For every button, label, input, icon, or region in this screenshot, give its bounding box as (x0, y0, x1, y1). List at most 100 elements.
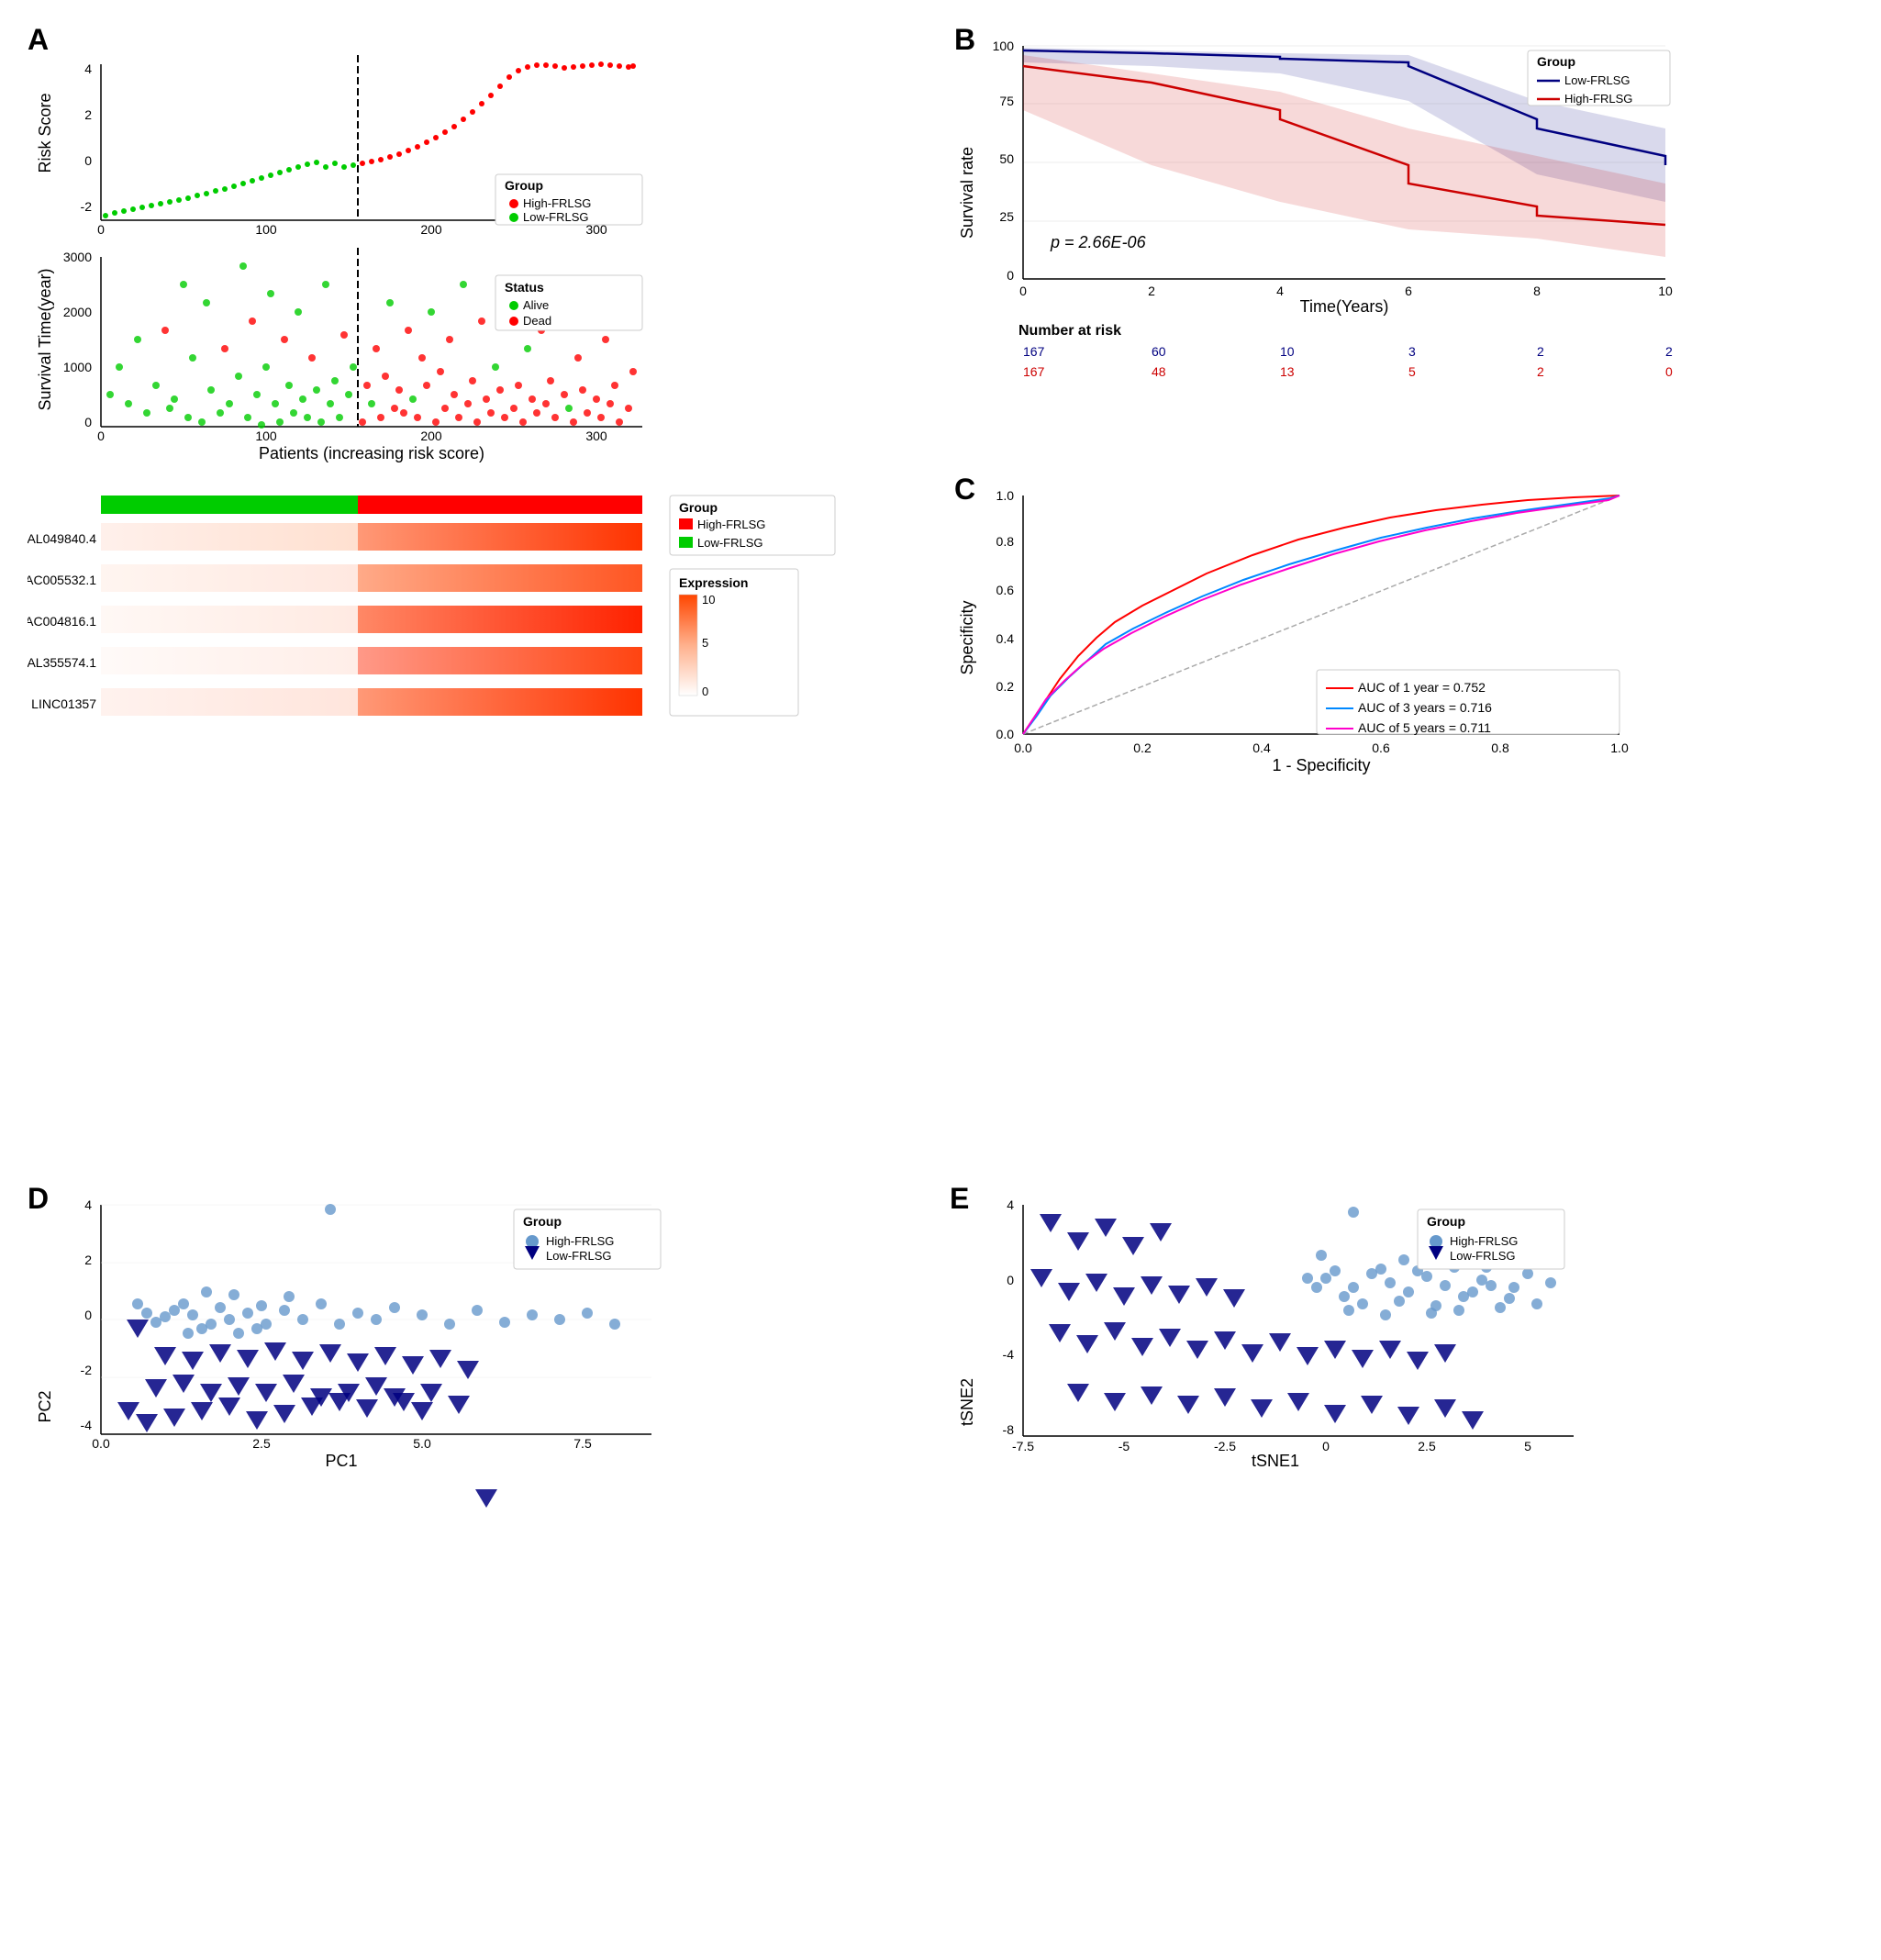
svg-text:5: 5 (702, 636, 708, 650)
svg-text:0: 0 (1007, 268, 1014, 283)
svg-text:3000: 3000 (63, 250, 92, 264)
svg-text:PC1: PC1 (325, 1452, 357, 1470)
svg-text:2: 2 (84, 1253, 92, 1267)
svg-text:5.0: 5.0 (413, 1436, 431, 1451)
svg-text:0.2: 0.2 (996, 679, 1015, 694)
svg-text:LINC01357: LINC01357 (31, 696, 96, 711)
panel-b: B Survival rate 100 75 50 25 0 (945, 18, 1863, 468)
panel-a: A Risk Score 4 2 0 -2 0 100 200 300 (18, 18, 936, 918)
svg-text:5: 5 (1524, 1439, 1531, 1453)
svg-text:200: 200 (420, 429, 442, 443)
svg-text:-2: -2 (81, 199, 93, 214)
svg-text:0.6: 0.6 (996, 583, 1015, 597)
risk-score-ylabel: Risk Score (36, 93, 54, 173)
svg-text:200: 200 (420, 222, 442, 237)
svg-text:Survival Time(year): Survival Time(year) (36, 268, 54, 410)
svg-text:0.4: 0.4 (996, 631, 1015, 646)
panel-e: E tSNE2 4 0 -4 -8 -7.5 -5 -2.5 0 2.5 5 (940, 1177, 1863, 1696)
svg-text:Group: Group (505, 178, 543, 193)
svg-text:0: 0 (1322, 1439, 1330, 1453)
svg-text:0.8: 0.8 (996, 534, 1015, 549)
tsne-low-frlsg (1030, 1214, 1484, 1430)
svg-text:75: 75 (999, 94, 1014, 108)
pca-low-frlsg (117, 1320, 497, 1508)
svg-text:AL355574.1: AL355574.1 (28, 655, 96, 670)
svg-text:4: 4 (84, 1197, 92, 1212)
svg-text:-4: -4 (81, 1418, 93, 1432)
svg-text:60: 60 (1152, 344, 1166, 359)
svg-text:Expression: Expression (679, 575, 748, 590)
heatmap-row-5: LINC01357 (31, 688, 642, 716)
svg-text:Alive: Alive (523, 298, 549, 312)
svg-text:Low-FRLSG: Low-FRLSG (523, 210, 589, 224)
svg-text:0: 0 (84, 415, 92, 429)
svg-text:2: 2 (1537, 364, 1544, 379)
svg-text:7.5: 7.5 (573, 1436, 592, 1451)
svg-text:2: 2 (1537, 344, 1544, 359)
svg-text:AUC of 3 years = 0.716: AUC of 3 years = 0.716 (1358, 700, 1492, 715)
svg-text:High-FRLSG: High-FRLSG (1450, 1234, 1518, 1248)
panel-e-svg: tSNE2 4 0 -4 -8 -7.5 -5 -2.5 0 2.5 5 tSN… (950, 1186, 1840, 1682)
panel-c-svg: Specificity 1.0 0.8 0.6 0.4 0.2 0.0 0.0 … (954, 477, 1835, 918)
svg-text:167: 167 (1023, 344, 1045, 359)
svg-text:0.4: 0.4 (1252, 741, 1271, 755)
svg-text:Number at risk: Number at risk (1018, 323, 1121, 339)
svg-text:-2.5: -2.5 (1214, 1439, 1236, 1453)
svg-text:Status: Status (505, 280, 544, 295)
svg-text:Low-FRLSG: Low-FRLSG (546, 1249, 612, 1263)
svg-text:Low-FRLSG: Low-FRLSG (1564, 73, 1631, 87)
svg-text:0: 0 (1019, 284, 1027, 298)
panel-c: C Specificity 1.0 0.8 0.6 0.4 0.2 0.0 0.… (945, 468, 1863, 918)
svg-text:4: 4 (1276, 284, 1284, 298)
svg-text:10: 10 (702, 593, 715, 607)
svg-text:10: 10 (1280, 344, 1295, 359)
svg-text:0.8: 0.8 (1491, 741, 1509, 755)
svg-text:tSNE1: tSNE1 (1252, 1452, 1299, 1470)
svg-text:5: 5 (1408, 364, 1416, 379)
svg-text:Group: Group (1427, 1214, 1465, 1229)
svg-text:50: 50 (999, 151, 1014, 166)
svg-text:2.5: 2.5 (1418, 1439, 1436, 1453)
panel-e-label: E (950, 1182, 969, 1216)
svg-text:0: 0 (84, 1308, 92, 1322)
svg-text:0.6: 0.6 (1372, 741, 1390, 755)
svg-text:-5: -5 (1119, 1439, 1130, 1453)
svg-text:25: 25 (999, 209, 1014, 224)
svg-text:Patients (increasing risk scor: Patients (increasing risk score) (259, 444, 484, 462)
svg-text:0: 0 (1007, 1273, 1014, 1287)
svg-text:0: 0 (97, 222, 105, 237)
right-panels: B Survival rate 100 75 50 25 0 (945, 18, 1863, 918)
svg-text:tSNE2: tSNE2 (958, 1378, 976, 1426)
panel-c-label: C (954, 473, 975, 507)
svg-text:2.5: 2.5 (252, 1436, 271, 1451)
svg-text:AUC of 5 years = 0.711: AUC of 5 years = 0.711 (1358, 720, 1491, 735)
svg-text:100: 100 (255, 429, 277, 443)
svg-text:1 - Specificity: 1 - Specificity (1272, 756, 1370, 774)
panel-a-svg: Risk Score 4 2 0 -2 0 100 200 300 (28, 37, 927, 918)
svg-text:4: 4 (1007, 1197, 1014, 1212)
svg-text:High-FRLSG: High-FRLSG (546, 1234, 614, 1248)
low-risk-dots (103, 160, 356, 218)
high-risk-dots (360, 61, 636, 166)
svg-text:10: 10 (1658, 284, 1673, 298)
svg-text:0: 0 (84, 153, 92, 168)
svg-text:High-FRLSG: High-FRLSG (523, 196, 591, 210)
heatmap-row-4: AL355574.1 (28, 647, 642, 674)
svg-text:Dead: Dead (523, 314, 551, 328)
heatmap-row-1: AL049840.4 (28, 523, 642, 551)
svg-text:Time(Years): Time(Years) (1300, 297, 1389, 316)
panel-d-label: D (28, 1182, 49, 1216)
svg-text:2: 2 (1665, 344, 1673, 359)
svg-text:PC2: PC2 (36, 1390, 54, 1422)
svg-text:High-FRLSG: High-FRLSG (697, 518, 765, 531)
svg-text:-7.5: -7.5 (1012, 1439, 1034, 1453)
svg-text:-2: -2 (81, 1363, 93, 1377)
panel-b-svg: Survival rate 100 75 50 25 0 0 2 (954, 28, 1835, 468)
svg-text:High-FRLSG: High-FRLSG (1564, 92, 1632, 106)
svg-text:8: 8 (1533, 284, 1541, 298)
svg-text:0.2: 0.2 (1133, 741, 1152, 755)
svg-text:167: 167 (1023, 364, 1045, 379)
svg-text:13: 13 (1280, 364, 1295, 379)
svg-text:2000: 2000 (63, 305, 92, 319)
svg-text:4: 4 (84, 61, 92, 76)
